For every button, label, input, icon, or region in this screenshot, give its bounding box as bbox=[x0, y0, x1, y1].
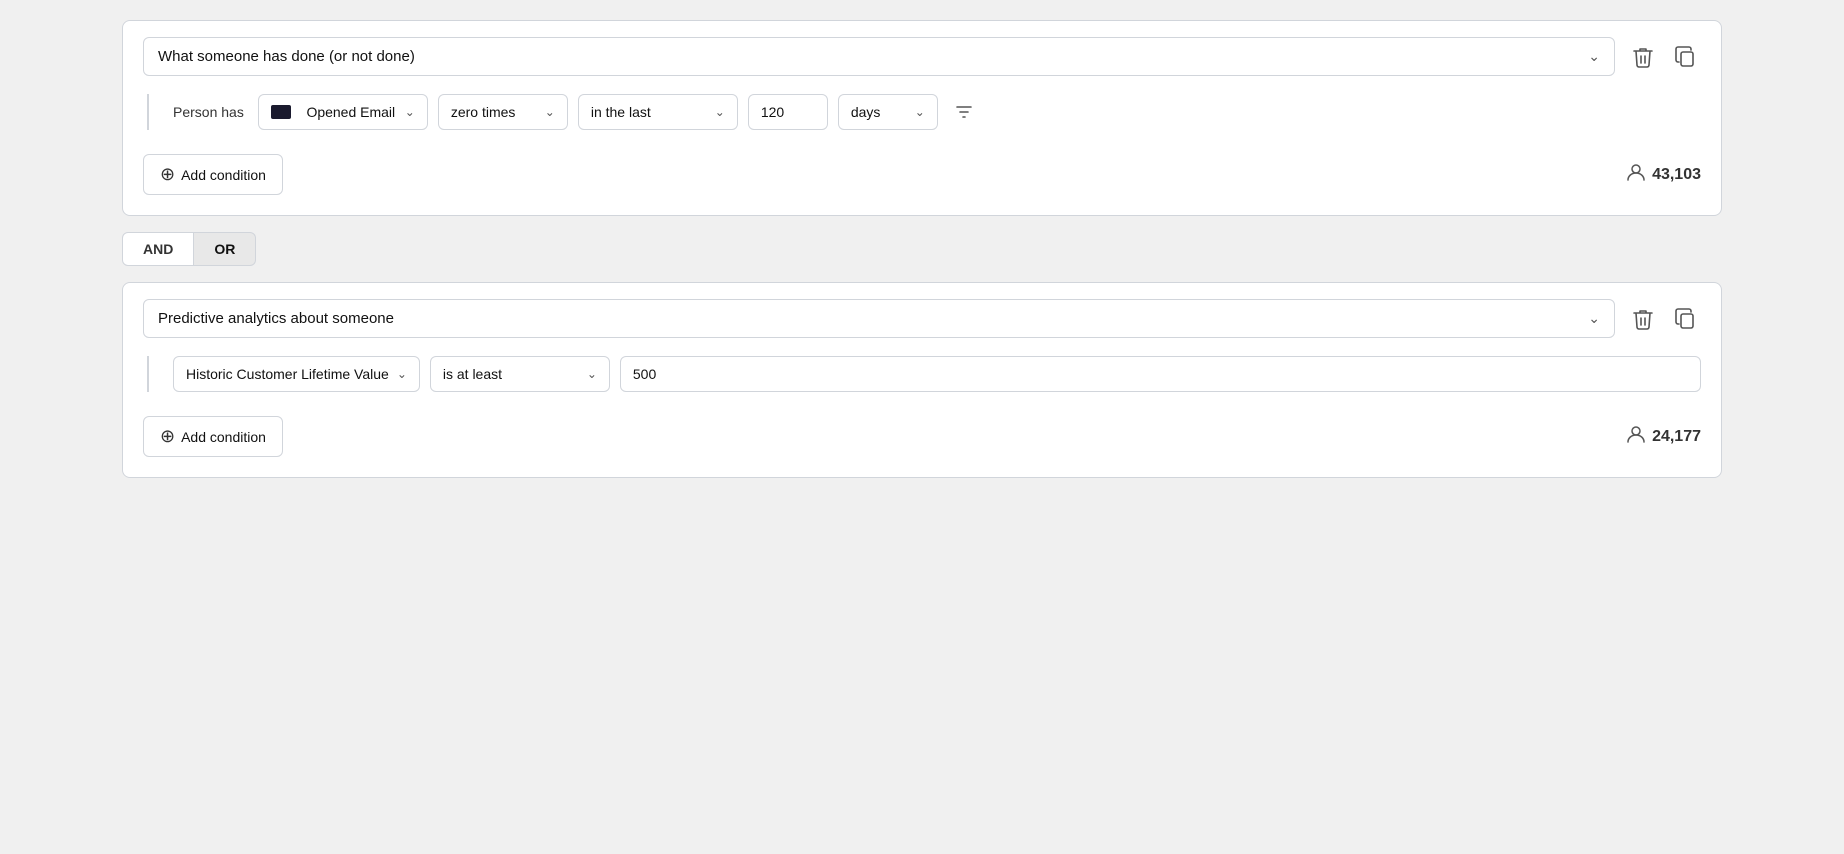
condition-group-1: What someone has done (or not done) ⌄ bbox=[122, 20, 1722, 216]
group-1-type-chevron-icon: ⌄ bbox=[1588, 48, 1600, 65]
group-2-actions bbox=[1627, 302, 1701, 336]
group-1-copy-button[interactable] bbox=[1669, 40, 1701, 74]
group-1-condition-row: Person has Opened Email ⌄ zero times ⌄ i… bbox=[147, 94, 1701, 130]
group-1-delete-button[interactable] bbox=[1627, 40, 1659, 74]
group-2-type-dropdown[interactable]: Predictive analytics about someone ⌄ bbox=[143, 299, 1615, 338]
group-2-header: Predictive analytics about someone ⌄ bbox=[143, 299, 1701, 338]
condition-group-2: Predictive analytics about someone ⌄ bbox=[122, 282, 1722, 478]
group-1-plus-icon: ⊕ bbox=[160, 164, 175, 185]
group-2-plus-icon: ⊕ bbox=[160, 426, 175, 447]
metric-dropdown-chevron-icon: ⌄ bbox=[397, 367, 407, 381]
group-2-count-value: 24,177 bbox=[1652, 428, 1701, 446]
group-2-add-condition-button[interactable]: ⊕ Add condition bbox=[143, 416, 283, 457]
group-1-add-condition-label: Add condition bbox=[181, 167, 266, 183]
days-number-input[interactable] bbox=[748, 94, 828, 130]
action-dropdown[interactable]: Opened Email ⌄ bbox=[258, 94, 428, 130]
metric-dropdown-label: Historic Customer Lifetime Value bbox=[186, 366, 389, 382]
group-1-add-condition-button[interactable]: ⊕ Add condition bbox=[143, 154, 283, 195]
group-2-count: 24,177 bbox=[1626, 424, 1701, 450]
operator-dropdown-chevron-icon: ⌄ bbox=[587, 367, 597, 381]
group-1-header: What someone has done (or not done) ⌄ bbox=[143, 37, 1701, 76]
filter-button[interactable] bbox=[948, 96, 980, 128]
group-1-user-icon bbox=[1626, 162, 1646, 188]
frequency-dropdown-chevron-icon: ⌄ bbox=[545, 105, 555, 119]
group-2-type-chevron-icon: ⌄ bbox=[1588, 310, 1600, 327]
unit-dropdown-label: days bbox=[851, 104, 881, 120]
frequency-dropdown[interactable]: zero times ⌄ bbox=[438, 94, 568, 130]
group-2-delete-button[interactable] bbox=[1627, 302, 1659, 336]
value-input[interactable] bbox=[620, 356, 1701, 392]
operator-dropdown[interactable]: is at least ⌄ bbox=[430, 356, 610, 392]
group-2-footer: ⊕ Add condition 24,177 bbox=[143, 416, 1701, 457]
operator-dropdown-label: is at least bbox=[443, 366, 502, 382]
group-2-type-label: Predictive analytics about someone bbox=[158, 310, 394, 327]
timeframe-dropdown-chevron-icon: ⌄ bbox=[715, 105, 725, 119]
group-1-type-label: What someone has done (or not done) bbox=[158, 48, 415, 65]
group-2-user-icon bbox=[1626, 424, 1646, 450]
and-button[interactable]: AND bbox=[122, 232, 194, 266]
unit-dropdown-chevron-icon: ⌄ bbox=[915, 105, 925, 119]
action-dropdown-label: Opened Email bbox=[306, 104, 395, 120]
timeframe-dropdown[interactable]: in the last ⌄ bbox=[578, 94, 738, 130]
group-1-footer: ⊕ Add condition 43,103 bbox=[143, 154, 1701, 195]
group-1-count: 43,103 bbox=[1626, 162, 1701, 188]
group-1-count-value: 43,103 bbox=[1652, 166, 1701, 184]
frequency-dropdown-label: zero times bbox=[451, 104, 516, 120]
group-1-actions bbox=[1627, 40, 1701, 74]
timeframe-dropdown-label: in the last bbox=[591, 104, 651, 120]
page-wrapper: What someone has done (or not done) ⌄ bbox=[122, 20, 1722, 478]
metric-dropdown[interactable]: Historic Customer Lifetime Value ⌄ bbox=[173, 356, 420, 392]
group-2-condition-row: Historic Customer Lifetime Value ⌄ is at… bbox=[147, 356, 1701, 392]
logic-toggle: AND OR bbox=[122, 232, 1722, 266]
unit-dropdown[interactable]: days ⌄ bbox=[838, 94, 938, 130]
or-button[interactable]: OR bbox=[194, 232, 256, 266]
flag-icon bbox=[271, 105, 291, 119]
action-dropdown-chevron-icon: ⌄ bbox=[405, 105, 415, 119]
group-2-copy-button[interactable] bbox=[1669, 302, 1701, 336]
group-2-add-condition-label: Add condition bbox=[181, 429, 266, 445]
person-has-label: Person has bbox=[173, 104, 244, 120]
group-1-type-dropdown[interactable]: What someone has done (or not done) ⌄ bbox=[143, 37, 1615, 76]
